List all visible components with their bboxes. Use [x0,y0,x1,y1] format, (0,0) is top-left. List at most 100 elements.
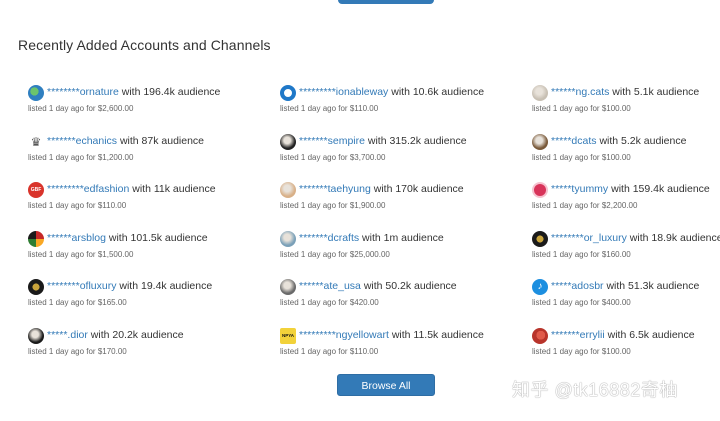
listing-handle-link[interactable]: *********edfashion [47,183,129,195]
listing-title: *********ionableway with 10.6k audience [299,86,484,98]
listing-handle-link[interactable]: *******sempire [299,135,365,147]
listing-item: ********ofluxury with 19.4k audience list… [28,279,268,319]
listing-audience: with 315.2k audience [367,134,467,147]
listing-audience: with 20.2k audience [90,328,184,341]
listing-title: *******dcrafts with 1m audience [299,232,444,244]
person-photo-icon [280,279,296,295]
tiktok-icon: ♪ [532,279,548,295]
listing-title: ********or_luxury with 18.9k audience [551,232,720,244]
listing-meta: listed 1 day ago for $2,600.00 [28,104,134,113]
listing-handle-link[interactable]: *****tyummy [551,183,608,195]
listing-audience: with 196.4k audience [121,86,221,98]
listing-audience: with 11k audience [132,183,216,195]
listing-audience: with 159.4k audience [611,183,710,195]
listing-handle-link[interactable]: ********or_luxury [551,232,627,244]
cat-photo-icon [532,85,548,101]
listing-title: *********edfashion with 11k audience [47,183,216,195]
listing-title: *******taehyung with 170k audience [299,183,464,195]
pink-logo-icon [532,182,548,198]
listing-handle-link[interactable]: *****adosbr [551,280,604,292]
listing-meta: listed 1 day ago for $3,700.00 [280,152,386,162]
listing-item: GBF *********edfashion with 11k audience l… [28,182,268,222]
listing-meta: listed 1 day ago for $25,000.00 [280,249,390,259]
listing-audience: with 1m audience [362,231,444,244]
listing-audience: with 18.9k audience [629,231,720,244]
listing-meta: listed 1 day ago for $170.00 [28,346,127,356]
listing-handle-link[interactable]: *****dcats [551,135,597,147]
listing-handle-link[interactable]: ********ornature [47,86,119,98]
listing-audience: with 50.2k audience [363,280,457,292]
listing-handle-link[interactable]: ******ng.cats [551,86,609,98]
listing-title: ******arsblog with 101.5k audience [47,232,208,244]
listing-item: *****dcats with 5.2k audience listed 1 da… [532,133,720,174]
listing-handle-link[interactable]: *****.dior [47,329,88,341]
listing-item: ********or_luxury with 18.9k audience lis… [532,230,720,271]
listing-title: *******sempire with 315.2k audience [299,135,467,147]
listing-audience: with 11.5k audience [391,328,484,341]
listing-audience: with 19.4k audience [119,280,213,292]
listing-meta: listed 1 day ago for $420.00 [280,298,379,307]
craft-photo-icon [280,230,296,247]
listing-item: NPYA *********ngyellowart with 11.5k audi… [280,327,520,368]
listings-grid: ********ornature with 196.4k audience lis… [0,0,720,421]
listing-handle-link[interactable]: *******errylii [551,329,605,341]
gold-logo-icon [532,230,548,247]
listing-meta: listed 1 day ago for $100.00 [532,346,631,356]
listing-meta: listed 1 day ago for $165.00 [28,298,127,307]
dark-logo-icon [28,327,44,344]
listing-handle-link[interactable]: ******arsblog [47,232,106,244]
listing-item: *****tyummy with 159.4k audience listed 1… [532,182,720,222]
listing-audience: with 5.2k audience [599,134,687,147]
person-photo-icon [280,182,296,198]
listing-meta: listed 1 day ago for $110.00 [280,346,379,356]
listing-handle-link[interactable]: *******dcrafts [299,232,359,244]
listing-audience: with 170k audience [373,183,464,195]
listing-handle-link[interactable]: *********ionableway [299,86,388,98]
browse-all-listings-button[interactable]: Browse All Listings [337,374,435,412]
listing-audience: with 10.6k audience [391,86,485,98]
listing-meta: listed 1 day ago for $1,200.00 [28,152,134,162]
gbf-badge-icon: GBF [28,182,44,198]
listing-item: ♛ *******echanics with 87k audience listed… [28,133,268,174]
listing-handle-link[interactable]: *******taehyung [299,183,371,195]
watermark: 知乎 @tk16882奇柚 [512,380,678,400]
globe-icon [28,85,44,101]
listing-meta: listed 1 day ago for $1,500.00 [28,249,134,259]
dark-logo-icon [280,133,296,150]
emblem-icon: ♛ [28,133,44,150]
listing-title: ********ofluxury with 19.4k audience [47,280,212,292]
listing-meta: listed 1 day ago for $100.00 [532,104,631,113]
listing-handle-link[interactable]: ********ofluxury [47,280,116,292]
listing-title: *****dcats with 5.2k audience [551,135,686,147]
listing-audience: with 6.5k audience [607,328,695,341]
listing-title: *****adosbr with 51.3k audience [551,280,699,292]
listing-handle-link[interactable]: *********ngyellowart [299,329,389,341]
listing-item: *******taehyung with 170k audience listed… [280,182,520,222]
colorful-logo-icon [28,230,44,247]
listing-title: ******ng.cats with 5.1k audience [551,86,699,98]
listing-item: ******arsblog with 101.5k audience listed… [28,230,268,271]
listing-item: ******ate_usa with 50.2k audience listed … [280,279,520,319]
listing-title: ********ornature with 196.4k audience [47,86,220,98]
listing-handle-link[interactable]: *******echanics [47,135,117,147]
listing-handle-link[interactable]: ******ate_usa [299,280,361,292]
listing-meta: listed 1 day ago for $1,900.00 [280,201,386,210]
listing-item: ********ornature with 196.4k audience lis… [28,85,268,125]
listing-title: *******echanics with 87k audience [47,135,204,147]
listing-audience: with 87k audience [119,134,205,147]
listing-title: *******errylii with 6.5k audience [551,329,695,341]
listing-title: *****.dior with 20.2k audience [47,329,184,341]
listing-meta: listed 1 day ago for $100.00 [532,152,631,162]
listing-meta: listed 1 day ago for $2,200.00 [532,201,638,210]
listing-title: *********ngyellowart with 11.5k audience [299,329,484,341]
listing-title: ******ate_usa with 50.2k audience [299,280,457,292]
text-badge-icon: NPYA [280,327,296,344]
ring-icon [280,85,296,101]
listing-item: *********ionableway with 10.6k audience l… [280,85,520,125]
gold-logo-icon [28,279,44,295]
listing-item: ******ng.cats with 5.1k audience listed 1… [532,85,720,125]
listing-item: *******dcrafts with 1m audience listed 1 … [280,230,520,271]
listing-title: *****tyummy with 159.4k audience [551,183,710,195]
cat-photo-icon [532,133,548,150]
listing-item: *******sempire with 315.2k audience liste… [280,133,520,174]
